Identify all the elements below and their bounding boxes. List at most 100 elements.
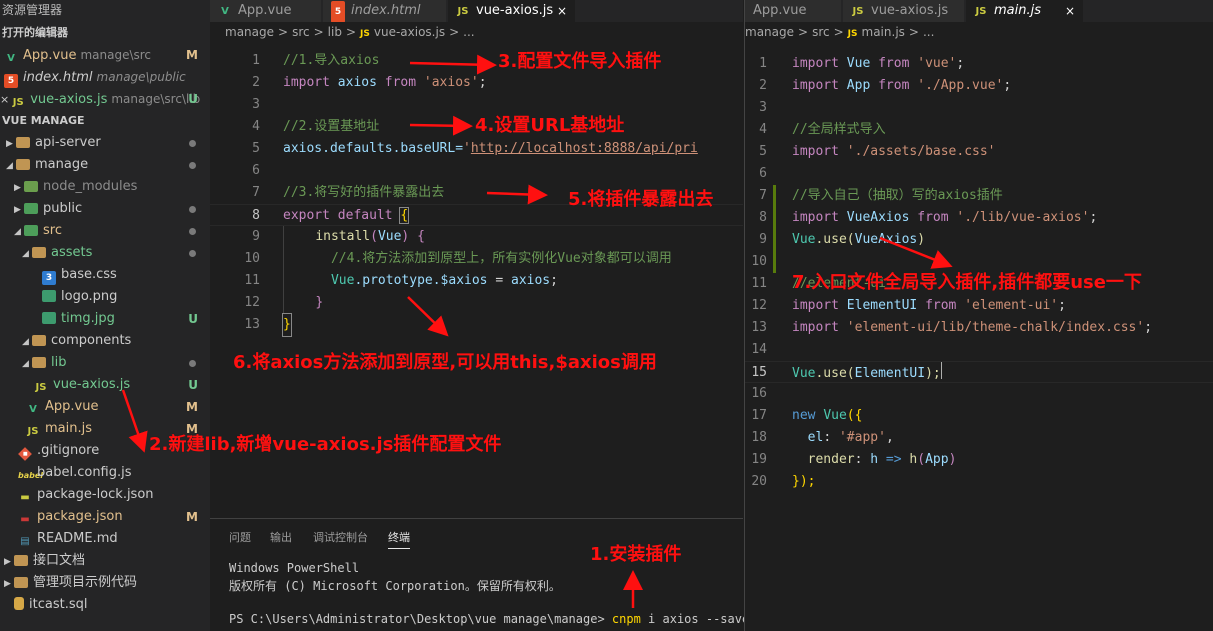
js-icon: JS xyxy=(12,97,24,108)
tree-item-base-css[interactable]: 3 base.css xyxy=(0,264,210,286)
annotation-step-1: 1.安装插件 xyxy=(590,544,682,565)
git-added-marker xyxy=(773,185,776,207)
html-icon: 5 xyxy=(331,1,345,22)
open-editor-vue-axios-js[interactable]: × JS vue-axios.js manage\src\lib U xyxy=(0,88,210,110)
git-icon: ◆ xyxy=(18,447,32,461)
terminal-input[interactable]: PS C:\Users\Administrator\Desktop\vue ma… xyxy=(229,611,757,626)
code-line: 6 xyxy=(252,163,260,178)
code-line: 12 } xyxy=(210,292,743,314)
terminal-args: i axios --save xyxy=(640,612,750,626)
tree-item-node-modules[interactable]: ▶ node_modules xyxy=(0,176,210,198)
code-line: 20}); xyxy=(751,474,816,489)
tab-vue-axios-js[interactable]: JS vue-axios.js × xyxy=(448,0,576,22)
chevron-down-icon: ◢ xyxy=(14,227,21,237)
tree-item-assets[interactable]: ◢ assets xyxy=(0,242,210,264)
code-line: 2 import App from './App.vue'; xyxy=(759,78,1012,93)
open-editor-app-vue[interactable]: V App.vue manage\src M xyxy=(0,44,210,66)
tab-bar: V App.vue 5 index.html JS vue-axios.js × xyxy=(210,0,743,22)
tab-main-js[interactable]: JS main.js × xyxy=(966,0,1084,22)
image-icon xyxy=(42,312,56,324)
chevron-down-icon: ◢ xyxy=(22,337,29,347)
terminal-prompt: PS C:\Users\Administrator\Desktop\vue ma… xyxy=(229,612,605,626)
tree-item-public[interactable]: ▶ public xyxy=(0,198,210,220)
close-tab-icon[interactable]: × xyxy=(1065,0,1075,22)
npm-icon: ▬ xyxy=(20,492,30,503)
status-dot xyxy=(189,206,196,213)
chevron-down-icon: ◢ xyxy=(22,249,29,259)
tab-index-html[interactable]: 5 index.html xyxy=(323,0,447,22)
folder-icon xyxy=(14,555,28,566)
breadcrumb: manage > src > JS main.js >... xyxy=(745,25,935,39)
code-line: 12 import ElementUI from 'element-ui'; xyxy=(751,298,1066,313)
vue-icon: V xyxy=(7,53,15,64)
tree-item-api-docs[interactable]: ▶ 接口文档 xyxy=(0,550,210,572)
css-icon: 3 xyxy=(42,271,56,285)
close-icon[interactable]: × xyxy=(0,93,9,106)
tree-item-vue-axios-js[interactable]: JS vue-axios.js U xyxy=(0,374,210,396)
js-icon: JS xyxy=(847,29,858,39)
components-folder-icon xyxy=(32,335,46,346)
code-line-current: 15 Vue.use(ElementUI); xyxy=(745,361,1213,383)
tab-terminal[interactable]: 终端 xyxy=(388,529,410,549)
tree-item-lib[interactable]: ◢ lib xyxy=(0,352,210,374)
chevron-down-icon: ◢ xyxy=(6,161,13,171)
js-icon: JS xyxy=(975,6,987,17)
code-line: 13 import 'element-ui/lib/theme-chalk/ind… xyxy=(751,320,1153,335)
code-line: 7//导入自己（抽取）写的axios插件 xyxy=(745,185,1213,207)
code-line: 6 xyxy=(759,166,767,181)
tree-item-sample-code[interactable]: ▶ 管理项目示例代码 xyxy=(0,572,210,594)
vue-icon: V xyxy=(29,404,37,415)
annotation-step-7: 7.入口文件全局导入插件,插件都要use一下 xyxy=(792,272,1142,293)
tab-bar: App.vue JS vue-axios.js JS main.js × xyxy=(745,0,1213,22)
code-line: 10 //4.将方法添加到原型上，所有实例化Vue对象都可以调用 xyxy=(210,248,743,270)
tab-app-vue[interactable]: App.vue xyxy=(745,0,842,22)
git-added-marker xyxy=(773,229,776,251)
git-added-marker xyxy=(773,251,776,273)
markdown-icon: ▤ xyxy=(20,536,30,547)
open-editor-index-html[interactable]: 5 index.html manage\public xyxy=(0,66,210,88)
open-editors-header[interactable]: 打开的编辑器 xyxy=(0,22,210,44)
npm-icon: ▬ xyxy=(20,514,30,525)
folder-open-icon xyxy=(16,159,30,170)
tab-problems[interactable]: 问题 xyxy=(229,529,251,545)
close-tab-icon[interactable]: × xyxy=(557,0,567,22)
tree-item-src[interactable]: ◢ src xyxy=(0,220,210,242)
html-icon: 5 xyxy=(4,74,18,88)
tab-output[interactable]: 输出 xyxy=(270,529,292,545)
tree-item-package-json[interactable]: ▬ package.json M xyxy=(0,506,210,528)
tree-item-components[interactable]: ◢ components xyxy=(0,330,210,352)
tree-item-timg-jpg[interactable]: timg.jpg U xyxy=(0,308,210,330)
tree-item-manage[interactable]: ◢ manage xyxy=(0,154,210,176)
tab-app-vue[interactable]: V App.vue xyxy=(210,0,322,22)
code-line: 11 Vue.prototype.$axios = axios; xyxy=(210,270,743,292)
tree-item-itcast-sql[interactable]: itcast.sql xyxy=(0,594,210,616)
tab-debug-console[interactable]: 调试控制台 xyxy=(313,529,368,545)
tree-item-babel-config[interactable]: babelbabel.config.js xyxy=(0,462,210,484)
annotation-step-5: 5.将插件暴露出去 xyxy=(568,189,714,210)
code-line: 1//1.导入axios xyxy=(252,53,380,68)
project-header[interactable]: VUE MANAGE xyxy=(0,110,210,132)
explorer-sidebar: 资源管理器 打开的编辑器 V App.vue manage\src M 5 index… xyxy=(0,0,210,631)
folder-icon xyxy=(16,137,30,148)
code-line: 8 import VueAxios from './lib/vue-axios'; xyxy=(745,207,1213,229)
chevron-right-icon: ▶ xyxy=(14,205,21,215)
annotation-step-2: 2.新建lib,新增vue-axios.js插件配置文件 xyxy=(149,434,502,455)
tree-item-readme[interactable]: ▤ README.md xyxy=(0,528,210,550)
status-dot xyxy=(189,162,196,169)
code-line: 4//全局样式导入 xyxy=(759,122,886,137)
code-line: 3 xyxy=(759,100,767,115)
tree-item-app-vue[interactable]: V App.vue M xyxy=(0,396,210,418)
tree-item-logo-png[interactable]: logo.png xyxy=(0,286,210,308)
code-line: 5 axios.defaults.baseURL='http://localhos… xyxy=(252,141,698,156)
database-icon xyxy=(14,597,24,610)
tree-item-api-server[interactable]: ▶ api-server xyxy=(0,132,210,154)
code-line: 19 render: h => h(App) xyxy=(751,452,957,467)
js-icon: JS xyxy=(360,29,370,39)
code-line: 14 xyxy=(751,342,767,357)
code-line: 16 xyxy=(751,386,767,401)
tree-item-package-lock[interactable]: ▬ package-lock.json xyxy=(0,484,210,506)
cursor xyxy=(940,362,942,379)
annotation-step-3: 3.配置文件导入插件 xyxy=(498,51,662,72)
tab-vue-axios-js[interactable]: JS vue-axios.js xyxy=(843,0,965,22)
annotation-step-4: 4.设置URL基地址 xyxy=(475,115,625,136)
